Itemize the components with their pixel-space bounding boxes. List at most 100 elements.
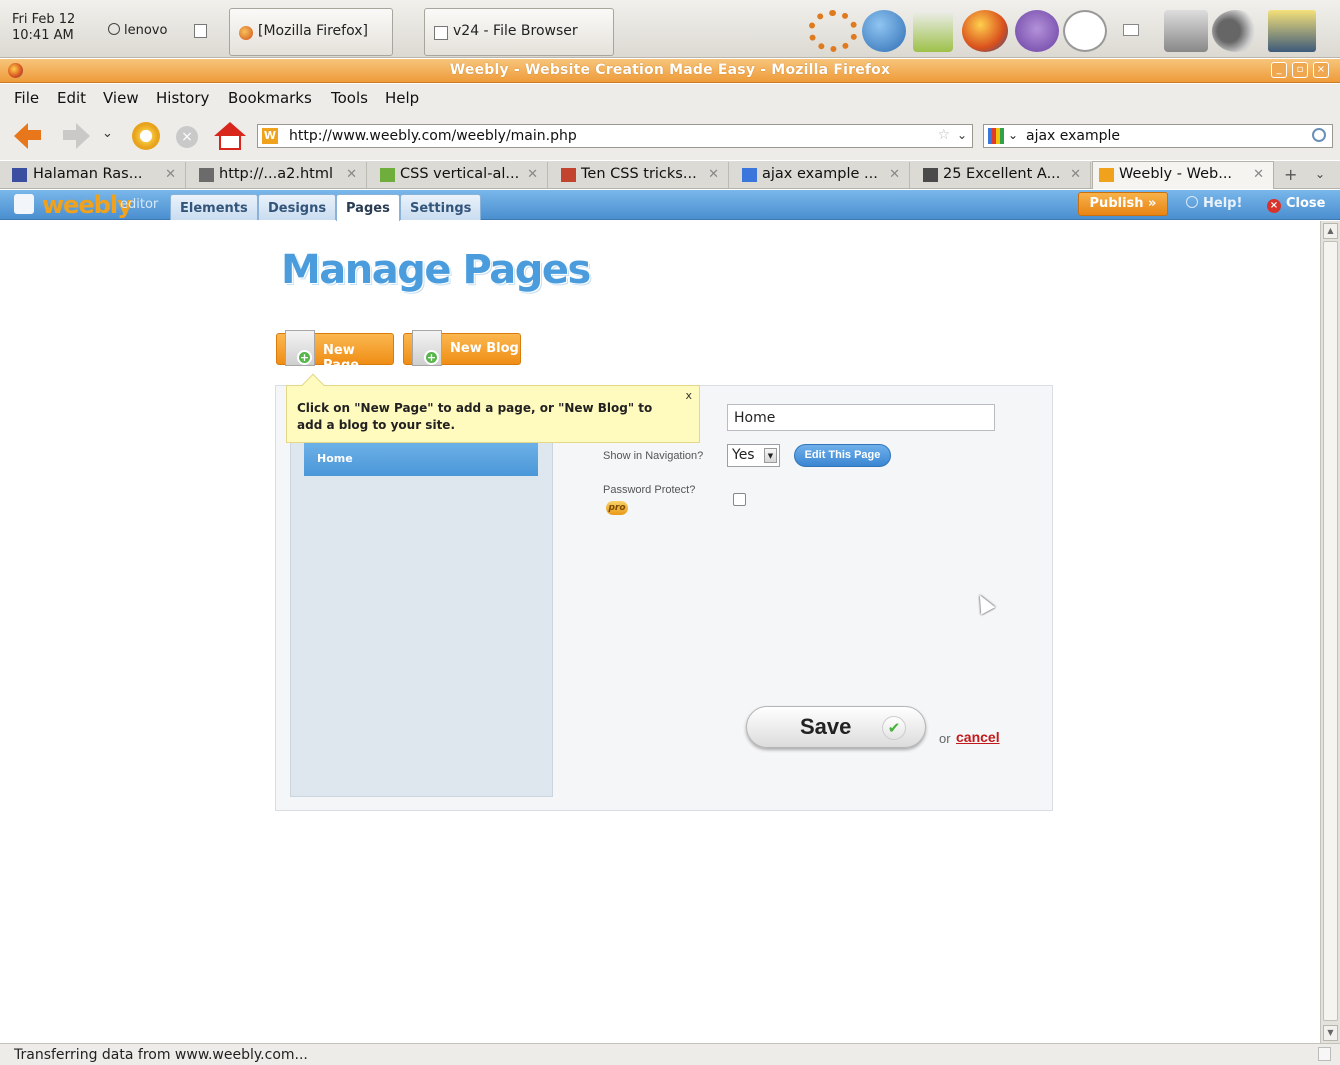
cancel-link[interactable]: cancel <box>956 729 1000 745</box>
edit-this-page-button[interactable]: Edit This Page <box>794 444 891 467</box>
tab-title: CSS vertical-al... <box>400 166 520 182</box>
help-button[interactable]: Help! <box>1186 196 1242 211</box>
tab-close-icon[interactable]: ✕ <box>889 167 900 182</box>
status-text: Transferring data from www.weebly.com... <box>14 1047 308 1063</box>
password-protect-checkbox[interactable] <box>733 493 746 506</box>
tooltip-close-icon[interactable]: x <box>685 389 692 402</box>
url-bar[interactable]: W http://www.weebly.com/weebly/main.php … <box>257 124 973 148</box>
weebly-logo-icon <box>14 194 34 214</box>
network-icon[interactable] <box>1164 10 1208 52</box>
new-tab-icon[interactable]: + <box>1284 165 1297 184</box>
menu-tools[interactable]: Tools <box>331 89 368 107</box>
tab-favicon-icon <box>742 168 757 182</box>
tab-ajax-example[interactable]: ajax example ... ✕ <box>730 162 910 188</box>
menu-view[interactable]: View <box>103 89 139 107</box>
tab-halaman[interactable]: Halaman Ras... ✕ <box>0 162 186 188</box>
weebly-logo[interactable]: weebly <box>42 191 133 219</box>
publish-button[interactable]: Publish » <box>1078 192 1168 216</box>
user-switcher[interactable]: lenovo <box>108 23 167 38</box>
show-in-navigation-select[interactable]: Yes ▼ <box>727 444 780 467</box>
maximize-icon[interactable]: ▫ <box>1292 62 1308 78</box>
home-icon-body <box>219 136 241 150</box>
mail-icon[interactable] <box>1123 24 1139 36</box>
show-desktop-icon[interactable] <box>194 24 207 38</box>
close-window-icon[interactable]: × <box>1313 62 1329 78</box>
history-dropdown-icon[interactable]: ⌄ <box>102 126 113 141</box>
minimize-icon[interactable]: _ <box>1271 62 1287 78</box>
tab-title: Ten CSS tricks... <box>581 166 697 182</box>
clock-icon[interactable] <box>1063 10 1107 52</box>
tab-elements[interactable]: Elements <box>170 194 258 220</box>
recycle-icon[interactable] <box>913 10 953 52</box>
menu-edit[interactable]: Edit <box>57 89 86 107</box>
new-page-button[interactable]: + New Page <box>276 330 394 373</box>
globe-icon[interactable] <box>862 10 906 52</box>
home-button[interactable] <box>214 122 246 150</box>
firefox-launcher-icon[interactable] <box>962 10 1008 52</box>
tab-designs[interactable]: Designs <box>258 194 337 220</box>
save-label: Save <box>800 714 852 739</box>
menu-bookmarks[interactable]: Bookmarks <box>228 89 312 107</box>
tab-settings[interactable]: Settings <box>400 194 482 220</box>
tab-strip: Halaman Ras... ✕ http://...a2.html ✕ CSS v… <box>0 161 1340 189</box>
tab-css-vertical[interactable]: CSS vertical-al... ✕ <box>368 162 548 188</box>
tab-pages[interactable]: Pages <box>336 194 400 221</box>
google-icon[interactable] <box>988 128 1004 144</box>
help-icon <box>1186 196 1198 208</box>
tab-a2-html[interactable]: http://...a2.html ✕ <box>187 162 367 188</box>
select-value: Yes <box>732 447 755 463</box>
bookmark-star-icon[interactable]: ☆ <box>937 127 950 143</box>
forward-arrow-icon <box>76 123 90 149</box>
taskbar-button-file-browser[interactable]: v24 - File Browser <box>424 8 614 56</box>
menu-file[interactable]: File <box>14 89 39 107</box>
add-icon: + <box>424 350 439 365</box>
tab-close-icon[interactable]: ✕ <box>708 167 719 182</box>
search-bar[interactable]: ⌄ ajax example <box>983 124 1333 148</box>
close-icon: × <box>1267 199 1281 213</box>
tab-favicon-icon <box>561 168 576 182</box>
forward-button[interactable] <box>62 122 90 150</box>
new-blog-button[interactable]: + New Blog <box>403 330 521 366</box>
tab-close-icon[interactable]: ✕ <box>346 167 357 182</box>
search-input[interactable]: ajax example <box>1026 128 1120 144</box>
close-editor-button[interactable]: × Close <box>1267 196 1325 213</box>
tab-favicon-icon <box>1099 168 1114 182</box>
ubuntu-icon[interactable] <box>808 10 858 52</box>
menu-history[interactable]: History <box>156 89 209 107</box>
tab-close-icon[interactable]: ✕ <box>1253 167 1264 182</box>
tab-css-tricks[interactable]: Ten CSS tricks... ✕ <box>549 162 729 188</box>
url-dropdown-icon[interactable]: ⌄ <box>957 128 967 142</box>
pidgin-icon[interactable] <box>1015 10 1059 52</box>
url-text[interactable]: http://www.weebly.com/weebly/main.php <box>289 128 577 144</box>
save-button[interactable]: Save ✔ <box>746 706 926 748</box>
power-icon <box>108 23 120 35</box>
scroll-down-icon[interactable]: ▼ <box>1323 1025 1338 1041</box>
tab-close-icon[interactable]: ✕ <box>165 167 176 182</box>
window-titlebar: Weebly - Website Creation Made Easy - Mo… <box>0 59 1340 83</box>
page-list-item-home[interactable]: Home <box>304 441 538 476</box>
stop-button[interactable]: × <box>176 126 198 148</box>
vertical-scrollbar[interactable]: ▲ ▼ <box>1320 221 1340 1043</box>
taskbar-button-firefox[interactable]: [Mozilla Firefox] <box>229 8 393 56</box>
back-button[interactable] <box>14 122 42 150</box>
panel-clock[interactable]: Fri Feb 12 10:41 AM <box>12 12 102 44</box>
volume-icon[interactable] <box>1212 10 1260 52</box>
add-icon: + <box>297 350 312 365</box>
show-in-navigation-label: Show in Navigation? <box>603 450 704 462</box>
tooltip-pointer <box>301 373 325 397</box>
scroll-up-icon[interactable]: ▲ <box>1323 223 1338 239</box>
reload-button[interactable] <box>132 122 160 150</box>
tab-25-excellent[interactable]: 25 Excellent A... ✕ <box>911 162 1091 188</box>
search-icon[interactable] <box>1312 128 1326 142</box>
tab-favicon-icon <box>923 168 938 182</box>
tab-close-icon[interactable]: ✕ <box>1070 167 1081 182</box>
menu-help[interactable]: Help <box>385 89 419 107</box>
display-icon[interactable] <box>1268 10 1316 52</box>
engine-dropdown-icon[interactable]: ⌄ <box>1008 128 1018 142</box>
page-name-input[interactable] <box>727 404 995 431</box>
tab-close-icon[interactable]: ✕ <box>527 167 538 182</box>
tab-weebly[interactable]: Weebly - Web... ✕ <box>1092 161 1274 189</box>
editor-label: editor <box>120 197 159 212</box>
scrollbar-thumb[interactable] <box>1323 241 1338 1021</box>
tab-list-icon[interactable]: ⌄ <box>1315 167 1325 181</box>
